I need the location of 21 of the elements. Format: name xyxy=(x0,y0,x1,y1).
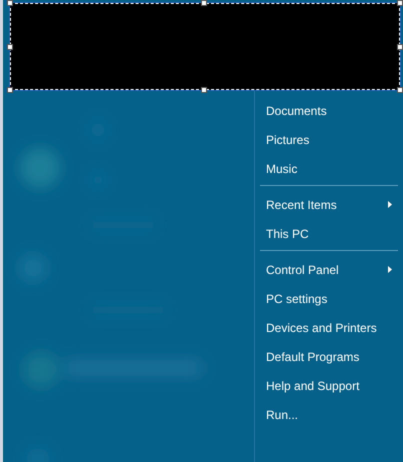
submenu-item[interactable]: Recent Items xyxy=(255,190,403,219)
resize-handle[interactable] xyxy=(397,44,403,50)
resize-handle[interactable] xyxy=(201,87,207,93)
resize-handle[interactable] xyxy=(7,44,13,50)
resize-handle[interactable] xyxy=(201,0,207,6)
resize-handle[interactable] xyxy=(7,87,13,93)
menu-item[interactable]: Music xyxy=(255,154,403,183)
submenu-arrow-icon xyxy=(388,266,392,273)
menu-item[interactable]: Default Programs xyxy=(255,342,403,371)
menu-item[interactable]: Help and Support xyxy=(255,371,403,400)
menu-item[interactable]: Run... xyxy=(255,400,403,429)
resize-handle[interactable] xyxy=(397,0,403,6)
menu-item[interactable]: Documents xyxy=(255,96,403,125)
menu-item[interactable]: Pictures xyxy=(255,125,403,154)
submenu-arrow-icon xyxy=(388,201,392,208)
resize-handle[interactable] xyxy=(397,87,403,93)
submenu-item[interactable]: Control Panel xyxy=(255,255,403,284)
menu-item[interactable]: This PC xyxy=(255,219,403,248)
resize-handle[interactable] xyxy=(7,0,13,6)
menu-item[interactable]: Devices and Printers xyxy=(255,313,403,342)
menu-item[interactable]: PC settings xyxy=(255,284,403,313)
